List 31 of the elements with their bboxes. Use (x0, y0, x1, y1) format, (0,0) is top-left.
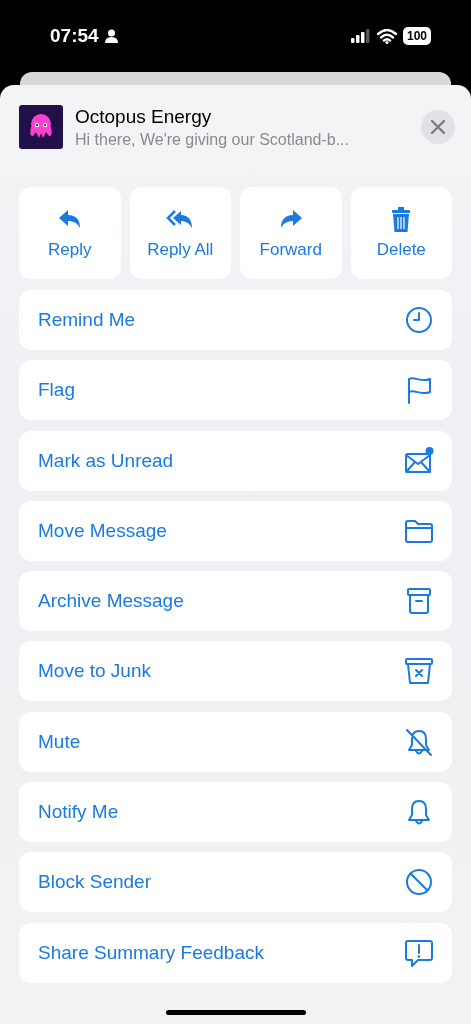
menu-item[interactable]: Flag (19, 360, 452, 421)
close-button[interactable] (421, 110, 455, 144)
menu-item[interactable]: Move Message (19, 500, 452, 561)
menu-item[interactable]: Block Sender (19, 852, 452, 913)
person-icon (104, 29, 118, 43)
action-button[interactable]: Forward (240, 187, 342, 279)
muted-bell-icon (404, 726, 434, 757)
feedback-bubble-icon (404, 937, 434, 968)
block-icon (404, 867, 434, 898)
menu-item[interactable]: Notify Me (19, 782, 452, 843)
battery-level: 100 (402, 27, 431, 45)
status-time: 07:54 (50, 25, 99, 47)
unread-envelope-icon (404, 445, 434, 476)
action-button[interactable]: Reply All (129, 187, 231, 279)
wifi-icon (376, 28, 397, 44)
menu-item[interactable]: Archive Message (19, 571, 452, 632)
signal-icon (350, 29, 371, 43)
junk-box-icon (404, 656, 434, 687)
menu-item[interactable]: Remind Me (19, 290, 452, 350)
close-icon (431, 120, 445, 134)
action-button[interactable]: Delete (350, 187, 452, 279)
menu-item[interactable]: Share Summary Feedback (19, 922, 452, 983)
clock-icon (404, 305, 434, 335)
message-preview: Hi there, We're giving our Scotland-b... (75, 130, 350, 149)
sender-name: Octopus Energy (75, 105, 213, 128)
menu-item[interactable]: Mark as Unread (19, 430, 452, 491)
sender-avatar (19, 105, 63, 149)
menu-item[interactable]: Mute (19, 711, 452, 772)
action-button[interactable]: Reply (19, 187, 121, 279)
menu-item[interactable]: Move to Junk (19, 641, 452, 702)
archive-box-icon (404, 586, 434, 617)
